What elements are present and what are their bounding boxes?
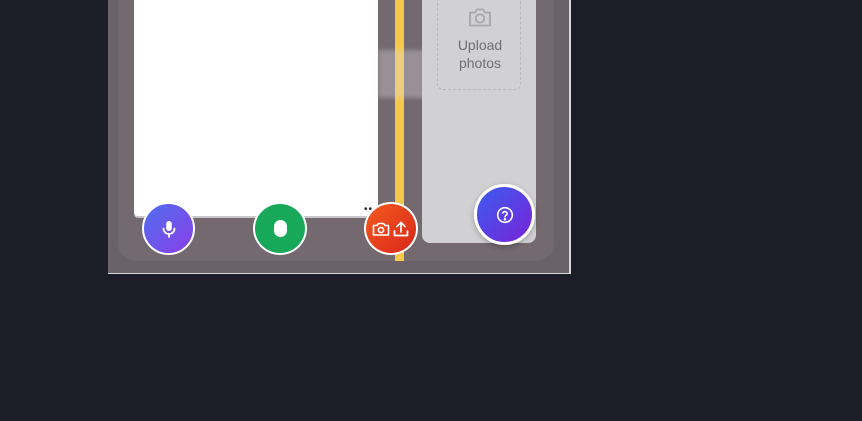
help-button[interactable] — [474, 184, 535, 245]
record-button[interactable] — [253, 202, 307, 255]
microphone-icon — [162, 220, 175, 238]
upload-icon — [393, 221, 409, 236]
camera-icon — [469, 8, 491, 27]
upload-photos-label: Upload photos — [457, 37, 503, 71]
canvas-card[interactable] — [134, 0, 378, 216]
upload-photos-dropzone[interactable]: Upload photos — [437, 0, 521, 90]
camera-upload-button[interactable] — [364, 202, 418, 255]
camera-icon — [372, 222, 390, 236]
question-icon — [496, 206, 513, 223]
record-icon — [273, 220, 287, 237]
app-stage: •• Upload photos — [0, 0, 862, 421]
microphone-button[interactable] — [142, 202, 195, 255]
